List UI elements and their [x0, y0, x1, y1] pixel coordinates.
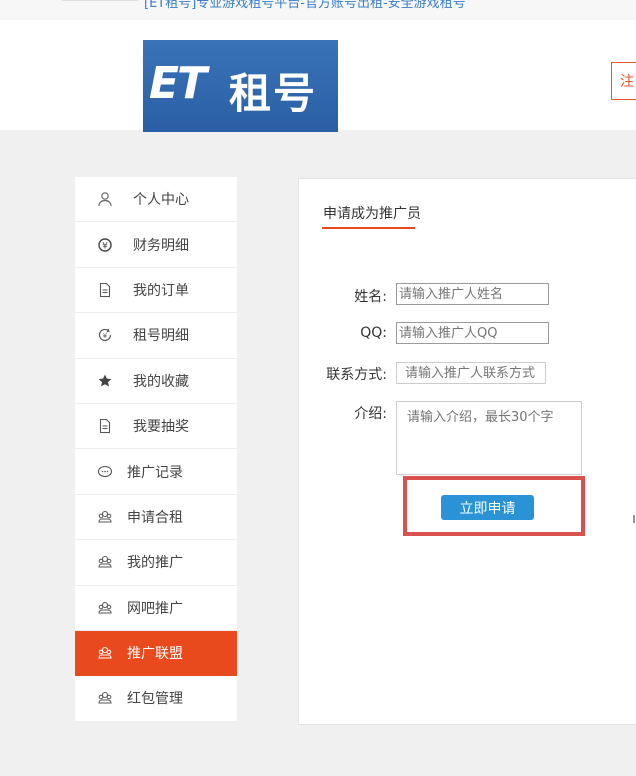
sidebar-item-label: 申请合租 — [127, 509, 183, 526]
group-icon — [97, 690, 113, 706]
sidebar-item-label: 网吧推广 — [127, 600, 183, 617]
site-logo[interactable]: ET 租号 — [143, 40, 338, 132]
user-icon — [97, 191, 113, 207]
sidebar-item-apply-shared-rent[interactable]: 申请合租 — [75, 495, 237, 541]
top-divider — [62, 0, 138, 1]
logo-chinese: 租号 — [229, 69, 318, 118]
sidebar-item-promo-records[interactable]: 推广记录 — [75, 449, 237, 495]
sidebar-item-label: 红包管理 — [127, 691, 183, 708]
sidebar-item-my-promotion[interactable]: 我的推广 — [75, 540, 237, 586]
group-icon — [97, 645, 113, 661]
document-icon — [97, 282, 113, 298]
sidebar-item-label: 我的收藏 — [133, 373, 189, 390]
sidebar-item-promo-alliance[interactable]: 推广联盟 — [75, 630, 237, 677]
intro-label: 介绍: — [354, 406, 387, 422]
qq-input[interactable] — [396, 322, 549, 344]
name-label: 姓名: — [354, 289, 387, 305]
document-icon — [97, 418, 113, 434]
sidebar-menu: 个人中心 ¥ 财务明细 我的订单 ¥ 租号明细 我的收藏 我要抽奖 推广记录 申… — [75, 177, 237, 722]
sidebar-item-label: 我要抽奖 — [133, 419, 189, 436]
top-bar: [ET租号]专业游戏租号平台-官方账号出租-安全游戏租号 — [0, 0, 636, 20]
contact-input[interactable] — [396, 362, 546, 384]
site-title[interactable]: [ET租号]专业游戏租号平台-官方账号出租-安全游戏租号 — [144, 0, 466, 11]
sidebar-item-label: 我的推广 — [127, 555, 183, 572]
sidebar-item-favorites[interactable]: 我的收藏 — [75, 359, 237, 404]
sidebar-item-label: 推广联盟 — [127, 646, 183, 663]
header: ET 租号 注 — [0, 20, 636, 132]
title-underline — [322, 227, 415, 229]
qq-label: QQ: — [360, 325, 387, 341]
apply-promoter-panel: 申请成为推广员 姓名: QQ: 联系方式: 介绍: 立即申请 — [298, 178, 636, 725]
svg-text:¥: ¥ — [103, 332, 108, 340]
group-icon — [97, 554, 113, 570]
group-icon — [97, 600, 113, 616]
svg-text:¥: ¥ — [102, 241, 108, 251]
panel-title: 申请成为推广员 — [323, 206, 421, 222]
sidebar-item-red-packet[interactable]: 红包管理 — [75, 676, 237, 722]
chat-icon — [97, 464, 113, 480]
sidebar-item-label: 租号明细 — [133, 328, 189, 345]
sidebar-item-orders[interactable]: 我的订单 — [75, 268, 237, 314]
contact-label: 联系方式: — [326, 367, 387, 383]
group-icon — [97, 509, 113, 525]
sidebar-item-rental-details[interactable]: ¥ 租号明细 — [75, 313, 237, 359]
sidebar-item-label: 个人中心 — [133, 192, 189, 209]
logo-latin: ET — [149, 58, 207, 109]
panel-edge-mark — [633, 515, 635, 523]
yen-icon: ¥ — [97, 237, 113, 253]
refresh-coin-icon: ¥ — [97, 327, 113, 343]
sidebar-item-label: 财务明细 — [133, 237, 189, 254]
sidebar-item-lottery[interactable]: 我要抽奖 — [75, 404, 237, 450]
sidebar-item-label: 推广记录 — [127, 464, 183, 481]
header-action-button[interactable]: 注 — [611, 62, 636, 100]
name-input[interactable] — [396, 283, 549, 305]
sidebar-item-finance[interactable]: ¥ 财务明细 — [75, 222, 237, 268]
intro-textarea[interactable] — [396, 401, 582, 475]
submit-apply-button[interactable]: 立即申请 — [441, 495, 534, 520]
sidebar-item-netcafe-promotion[interactable]: 网吧推广 — [75, 586, 237, 631]
sidebar-item-personal-center[interactable]: 个人中心 — [75, 177, 237, 223]
star-icon — [97, 373, 113, 389]
sidebar-item-label: 我的订单 — [133, 282, 189, 299]
